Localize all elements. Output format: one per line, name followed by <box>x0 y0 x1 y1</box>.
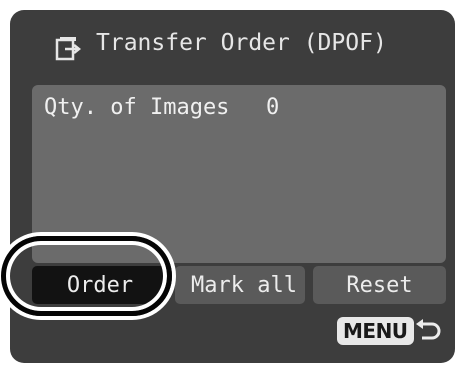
transfer-order-icon <box>55 37 82 61</box>
mark-all-button[interactable]: Mark all <box>175 266 305 304</box>
selection-highlight-ring <box>1 236 172 316</box>
page-title: Transfer Order (DPOF) <box>96 30 387 56</box>
reset-button[interactable]: Reset <box>313 266 446 304</box>
mark-all-button-label: Mark all <box>191 272 297 298</box>
qty-of-images-label: Qty. of Images <box>44 95 230 120</box>
back-arrow-icon[interactable] <box>413 317 443 345</box>
reset-button-label: Reset <box>346 272 413 298</box>
menu-button[interactable]: MENU <box>337 317 414 345</box>
qty-of-images-value: 0 <box>266 95 280 120</box>
